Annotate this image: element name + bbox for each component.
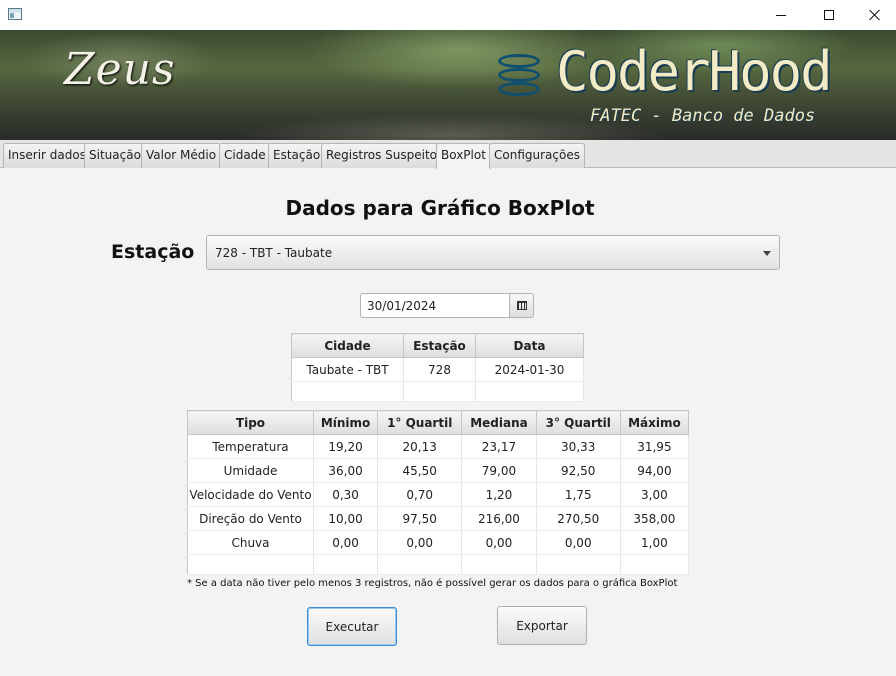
table-cell: 1,75 — [536, 482, 621, 507]
station-info-table: Cidade Estação Data Taubate - TBT 728 20… — [291, 333, 584, 402]
table-cell: 79,00 — [461, 458, 537, 483]
execute-button[interactable]: Executar — [307, 607, 397, 646]
table-cell: 92,50 — [536, 458, 621, 483]
close-icon — [869, 9, 881, 21]
table-cell: 94,00 — [620, 458, 690, 483]
table-cell: 36,00 — [313, 458, 379, 483]
station-label: Estação — [111, 241, 195, 263]
table-cell: 3,00 — [620, 482, 690, 507]
table-row[interactable]: Chuva 0,00 0,00 0,00 0,00 1,00 — [187, 530, 690, 555]
table-cell: 23,17 — [461, 434, 537, 459]
tab-registros-suspeitos[interactable]: Registros Suspeitos — [321, 143, 449, 168]
tab-bar: Inserir dados Situação Valor Médio Cidad… — [0, 140, 896, 169]
boxplot-note: * Se a data não tiver pelo menos 3 regis… — [187, 578, 678, 589]
title-bar — [0, 0, 896, 30]
app-icon — [8, 8, 22, 20]
station-select-value: 728 - TBT - Taubate — [215, 246, 333, 260]
zeus-logo: Zeus — [64, 44, 176, 95]
column-header[interactable]: Mínimo — [312, 410, 379, 435]
table-row[interactable]: Direção do Vento 10,00 97,50 216,00 270,… — [187, 506, 690, 531]
table-cell: 10,00 — [313, 506, 379, 531]
table-row[interactable]: Taubate - TBT 728 2024-01-30 — [291, 357, 584, 382]
table-cell: Chuva — [187, 530, 314, 555]
chevron-down-icon — [763, 251, 771, 256]
page-title: Dados para Gráfico BoxPlot — [285, 196, 595, 220]
table-row[interactable]: Umidade 36,00 45,50 79,00 92,50 94,00 — [187, 458, 690, 483]
tab-cidade[interactable]: Cidade — [219, 143, 271, 168]
maximize-icon — [824, 10, 834, 20]
station-select[interactable]: 728 - TBT - Taubate — [206, 235, 780, 270]
tab-situacao[interactable]: Situação — [84, 143, 146, 168]
table-cell: 0,00 — [377, 530, 463, 555]
table-cell: 216,00 — [461, 506, 537, 531]
tab-valor-medio[interactable]: Valor Médio — [141, 143, 222, 168]
table-cell: Taubate - TBT — [291, 357, 404, 382]
column-header[interactable]: Tipo — [187, 410, 314, 435]
table-cell: Direção do Vento — [187, 506, 314, 531]
database-icon — [498, 54, 540, 100]
table-cell: 20,13 — [377, 434, 463, 459]
table-cell: 97,50 — [377, 506, 463, 531]
tab-estacao[interactable]: Estação — [268, 143, 326, 168]
table-cell: 0,00 — [461, 530, 537, 555]
table-row[interactable]: Velocidade do Vento 0,30 0,70 1,20 1,75 … — [187, 482, 690, 507]
column-header[interactable]: Estação — [403, 333, 476, 358]
column-header[interactable]: 3° Quartil — [535, 410, 621, 435]
calendar-button[interactable] — [509, 293, 534, 318]
table-cell: 30,33 — [536, 434, 621, 459]
table-row[interactable]: Temperatura 19,20 20,13 23,17 30,33 31,9… — [187, 434, 690, 459]
brand-logo: CoderHood — [556, 40, 833, 103]
table-cell: 0,30 — [313, 482, 379, 507]
column-header[interactable]: Máximo — [619, 410, 690, 435]
tab-configuracoes[interactable]: Configurações — [489, 143, 585, 168]
table-row-empty — [187, 554, 690, 575]
table-cell: 0,70 — [377, 482, 463, 507]
maximize-button[interactable] — [806, 0, 852, 30]
brand-subtitle: FATEC - Banco de Dados — [590, 106, 816, 126]
minimize-icon — [776, 14, 786, 16]
boxplot-data-table: Tipo Mínimo 1° Quartil Mediana 3° Quarti… — [187, 410, 690, 575]
table-cell: 2024-01-30 — [475, 357, 584, 382]
table-cell: 1,00 — [620, 530, 690, 555]
table-cell: 0,00 — [536, 530, 621, 555]
tab-boxplot[interactable]: BoxPlot — [436, 143, 491, 169]
column-header[interactable]: 1° Quartil — [377, 410, 463, 435]
column-header[interactable]: Cidade — [291, 333, 404, 358]
calendar-icon — [516, 301, 527, 310]
header-banner: Zeus CoderHood FATEC - Banco de Dados — [0, 30, 896, 140]
minimize-button[interactable] — [758, 0, 804, 30]
date-input[interactable] — [360, 293, 510, 318]
table-cell: Umidade — [187, 458, 314, 483]
column-header[interactable]: Data — [475, 333, 584, 358]
table-row-empty — [291, 381, 584, 402]
table-cell: 19,20 — [313, 434, 379, 459]
export-button[interactable]: Exportar — [497, 606, 587, 645]
column-header[interactable]: Mediana — [461, 410, 537, 435]
tab-inserir-dados[interactable]: Inserir dados — [3, 143, 91, 168]
table-cell: 358,00 — [620, 506, 690, 531]
table-cell: Temperatura — [187, 434, 314, 459]
table-cell: 31,95 — [620, 434, 690, 459]
table-cell: Velocidade do Vento — [187, 482, 314, 507]
close-button[interactable] — [852, 0, 896, 30]
table-cell: 45,50 — [377, 458, 463, 483]
table-cell: 728 — [403, 357, 476, 382]
table-cell: 0,00 — [313, 530, 379, 555]
table-cell: 1,20 — [461, 482, 537, 507]
table-cell: 270,50 — [536, 506, 621, 531]
